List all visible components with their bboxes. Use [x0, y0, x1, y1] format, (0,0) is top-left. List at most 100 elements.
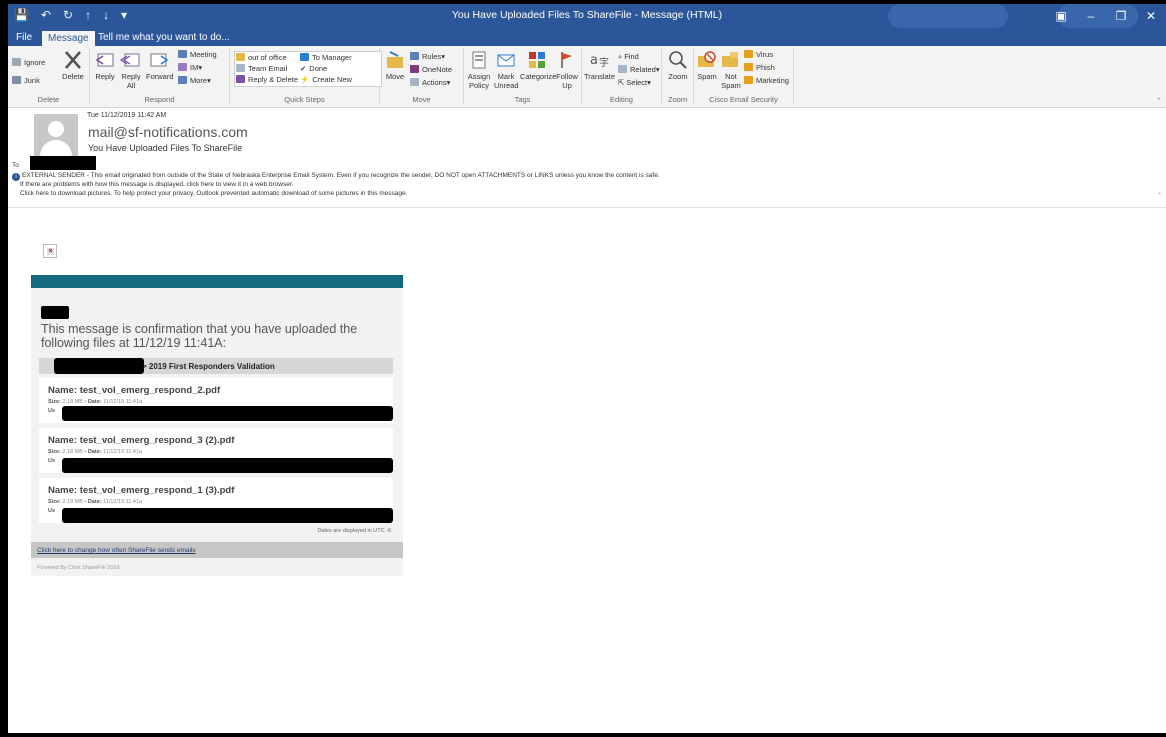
ignore-icon: [12, 58, 21, 66]
external-sender-notice: i EXTERNAL SENDER - This email originated…: [12, 172, 660, 181]
change-frequency-link[interactable]: Click here to change how often ShareFile…: [37, 547, 196, 554]
policy-icon: [472, 51, 486, 69]
forward-button[interactable]: Forward: [146, 50, 174, 81]
view-in-browser-link[interactable]: If there are problems with how this mess…: [12, 181, 660, 190]
quickstep-to-manager[interactable]: To Manager: [300, 53, 352, 62]
restore-icon[interactable]: ❐: [1106, 4, 1136, 28]
file-meta: Size: 2.18 MB • Date: 11/12/19 11:41a: [48, 449, 143, 455]
tell-me-text: Tell me what you want to do...: [97, 32, 230, 43]
group-label: Editing: [610, 95, 633, 104]
collapse-ribbon-icon[interactable]: ⌃: [1156, 97, 1162, 105]
tab-file[interactable]: File: [10, 30, 38, 46]
meeting-button[interactable]: Meeting: [178, 50, 217, 59]
team-email-icon: [236, 64, 245, 72]
uploader-label: Us: [48, 508, 56, 514]
outlook-message-window: 💾 ↶ ↻ ↑ ↓ ▾ You Have Uploaded Files To S…: [8, 4, 1166, 733]
cursor-icon: ⇱: [618, 78, 625, 87]
minimize-icon[interactable]: –: [1076, 4, 1106, 28]
redacted-uploader: [62, 508, 393, 523]
spam-icon: [698, 51, 716, 67]
uploader-label: Us: [48, 408, 56, 414]
translate-icon: a字: [590, 53, 609, 69]
group-label: Respond: [144, 95, 175, 104]
quickstep-done[interactable]: ✔ Done: [300, 64, 327, 73]
message-notices: i EXTERNAL SENDER - This email originated…: [12, 172, 660, 198]
redacted-uploader: [62, 406, 393, 421]
to-manager-icon: [300, 53, 309, 61]
select-button[interactable]: ⇱ Select▾: [618, 78, 651, 87]
reply-all-button[interactable]: Reply All: [120, 50, 142, 90]
reply-icon: [95, 53, 114, 67]
scroll-up-icon[interactable]: ⌃: [1157, 192, 1162, 199]
im-icon: [178, 63, 187, 71]
ribbon: Ignore Junk Delete Delete Reply Reply All…: [8, 46, 1166, 108]
tell-me-box[interactable]: ⚲ Tell me what you want to do...: [88, 30, 230, 45]
broken-image-icon: ×: [43, 244, 57, 258]
tab-message[interactable]: Message: [42, 31, 95, 46]
group-label: Delete: [37, 95, 60, 104]
mark-unread-button[interactable]: Mark Unread: [494, 50, 519, 90]
phish-icon: [744, 63, 753, 71]
forward-icon: [150, 53, 169, 67]
related-icon: [618, 65, 627, 73]
phish-button[interactable]: Phish: [744, 63, 775, 72]
ignore-button[interactable]: Ignore: [12, 58, 45, 67]
avatar-head: [48, 121, 64, 137]
marketing-icon: [744, 76, 753, 84]
more-icon: [178, 76, 187, 84]
virus-button[interactable]: Virus: [744, 50, 773, 59]
actions-icon: [410, 78, 419, 86]
group-label: Cisco Email Security: [709, 95, 778, 104]
marketing-button[interactable]: Marketing: [744, 76, 789, 85]
folder-path-bar: > 2019 First Responders Validation: [39, 358, 393, 374]
junk-button[interactable]: Junk: [12, 76, 40, 85]
flag-icon: [561, 52, 572, 68]
spam-button[interactable]: Spam: [696, 50, 718, 81]
quickstep-team-email[interactable]: Team Email: [236, 64, 287, 73]
assign-policy-button[interactable]: Assign Policy: [466, 50, 492, 90]
redacted-folder-owner: [54, 358, 144, 374]
calendar-icon: [178, 50, 187, 58]
more-respond-button[interactable]: More▾: [178, 76, 211, 85]
file-name: Name: test_vol_emerg_respond_1 (3).pdf: [48, 485, 235, 496]
ribbon-group-quick-steps: out of office Team Email Reply & Delete …: [230, 48, 382, 104]
ribbon-group-cisco-email-security: Spam Not Spam Virus Phish Marketing Cisco…: [694, 48, 794, 104]
delete-x-icon: [65, 51, 81, 69]
find-button[interactable]: ⌕ Find: [618, 52, 639, 62]
message-header: Tue 11/12/2019 11:42 AM mail@sf-notifica…: [8, 108, 1166, 208]
actions-button[interactable]: Actions▾: [410, 78, 450, 87]
onenote-button[interactable]: OneNote: [410, 65, 452, 74]
quickstep-reply-delete[interactable]: Reply & Delete: [236, 75, 298, 84]
close-icon[interactable]: ✕: [1136, 4, 1166, 28]
rules-button[interactable]: Rules▾: [410, 52, 445, 61]
ribbon-display-options-icon[interactable]: ▣: [1046, 4, 1076, 28]
virus-icon: [744, 50, 753, 58]
im-button[interactable]: IM▾: [178, 63, 202, 72]
related-button[interactable]: Related▾: [618, 65, 660, 74]
lightbulb-icon: ⚲: [88, 32, 96, 43]
sender-address[interactable]: mail@sf-notifications.com: [88, 124, 248, 140]
not-spam-icon: [722, 52, 738, 67]
follow-up-button[interactable]: Follow Up: [556, 50, 578, 90]
ribbon-group-editing: a字 Translate ⌕ Find Related▾ ⇱ Select▾ Edi…: [582, 48, 662, 104]
quickstep-out-of-office[interactable]: out of office: [236, 53, 287, 62]
utc-note: Dates are displayed in UTC -6: [317, 528, 391, 534]
ribbon-group-delete: Ignore Junk Delete Delete: [8, 48, 90, 104]
magnifier-icon: [669, 51, 687, 69]
delete-button[interactable]: Delete: [60, 50, 86, 81]
rules-icon: [410, 52, 419, 60]
zoom-button[interactable]: Zoom: [666, 50, 690, 81]
move-button[interactable]: Move: [384, 50, 406, 81]
svg-text:a: a: [590, 53, 598, 68]
quickstep-create-new[interactable]: ⚡ Create New: [300, 75, 352, 84]
categorize-button[interactable]: Categorize: [520, 50, 556, 81]
file-meta: Size: 2.19 MB • Date: 11/12/19 11:41a: [48, 499, 143, 505]
translate-button[interactable]: a字 Translate: [584, 50, 615, 81]
download-pictures-link[interactable]: Click here to download pictures. To help…: [12, 190, 660, 199]
file-entry: Name: test_vol_emerg_respond_1 (3).pdf S…: [39, 478, 393, 523]
reply-button[interactable]: Reply: [94, 50, 116, 81]
file-entry: Name: test_vol_emerg_respond_2.pdf Size:…: [39, 378, 393, 423]
not-spam-button[interactable]: Not Spam: [720, 50, 742, 90]
file-entry: Name: test_vol_emerg_respond_3 (2).pdf S…: [39, 428, 393, 473]
ribbon-group-move: Move Rules▾ OneNote Actions▾ Move: [380, 48, 464, 104]
